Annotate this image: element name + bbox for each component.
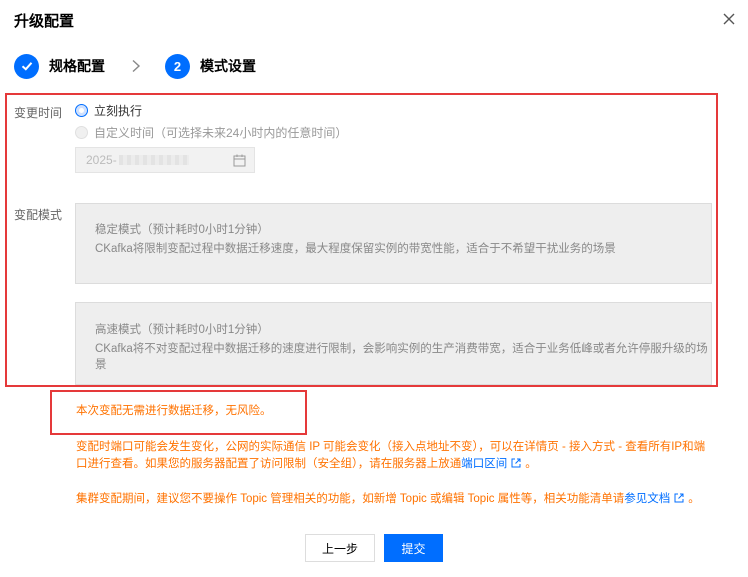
no-migration-notice: 本次变配无需进行数据迁移，无风险。 <box>76 405 272 417</box>
radio-immediate-label: 立刻执行 <box>94 104 143 118</box>
port-notice-end: 。 <box>525 458 537 470</box>
external-link-icon[interactable] <box>674 493 684 503</box>
mode-option-fast[interactable]: 高速模式（预计耗时0小时1分钟） CKafka将不对变配过程中数据迁移的速度进行… <box>75 302 712 385</box>
radio-immediate-control[interactable] <box>75 104 88 117</box>
calendar-icon <box>233 154 246 167</box>
steps-indicator: 规格配置 2 模式设置 <box>14 53 256 79</box>
date-redacted <box>118 155 189 165</box>
cluster-notice-text: 集群变配期间，建议您不要操作 Topic 管理相关的功能，如新增 Topic 或… <box>76 493 625 505</box>
doc-link[interactable]: 参见文档 <box>624 493 670 505</box>
date-picker-input[interactable]: 2025- <box>75 147 255 173</box>
port-range-link[interactable]: 端口区间 <box>461 458 507 470</box>
change-time-label: 变更时间 <box>14 106 63 120</box>
change-mode-label: 变配模式 <box>14 208 63 222</box>
mode-fast-title: 高速模式（预计耗时0小时1分钟） <box>95 324 269 336</box>
submit-button[interactable]: 提交 <box>384 534 443 562</box>
close-icon[interactable] <box>722 12 736 26</box>
port-notice-text: 变配时端口可能会发生变化，公网的实际通信 IP 可能会变化（接入点地址不变），可… <box>76 441 706 470</box>
radio-custom-time-control[interactable] <box>75 126 88 139</box>
cluster-change-notice: 集群变配期间，建议您不要操作 Topic 管理相关的功能，如新增 Topic 或… <box>76 491 716 508</box>
radio-immediate[interactable]: 立刻执行 <box>75 102 142 119</box>
step-1-done-circle <box>14 53 39 79</box>
prev-button[interactable]: 上一步 <box>305 534 375 562</box>
mode-fast-desc: CKafka将不对变配过程中数据迁移的速度进行限制，会影响实例的生产消费带宽，适… <box>95 343 708 371</box>
date-value: 2025- <box>86 153 117 167</box>
dialog-title: 升级配置 <box>14 13 75 30</box>
step-1-label: 规格配置 <box>49 58 105 74</box>
check-icon <box>21 62 32 71</box>
mode-option-stable[interactable]: 稳定模式（预计耗时0小时1分钟） CKafka将限制变配过程中数据迁移速度，最大… <box>75 203 712 284</box>
cluster-notice-end: 。 <box>688 493 700 505</box>
radio-custom-time[interactable]: 自定义时间（可选择未来24小时内的任意时间） <box>75 124 347 141</box>
mode-stable-title: 稳定模式（预计耗时0小时1分钟） <box>95 224 269 236</box>
mode-stable-desc: CKafka将限制变配过程中数据迁移速度，最大程度保留实例的带宽性能，适合于不希… <box>95 243 616 255</box>
port-change-notice: 变配时端口可能会发生变化，公网的实际通信 IP 可能会变化（接入点地址不变），可… <box>76 439 716 473</box>
step-2-label: 模式设置 <box>200 58 256 74</box>
step-2-circle: 2 <box>165 53 190 79</box>
chevron-right-icon <box>132 59 141 73</box>
radio-custom-time-label: 自定义时间（可选择未来24小时内的任意时间） <box>94 126 348 140</box>
external-link-icon[interactable] <box>511 458 521 468</box>
